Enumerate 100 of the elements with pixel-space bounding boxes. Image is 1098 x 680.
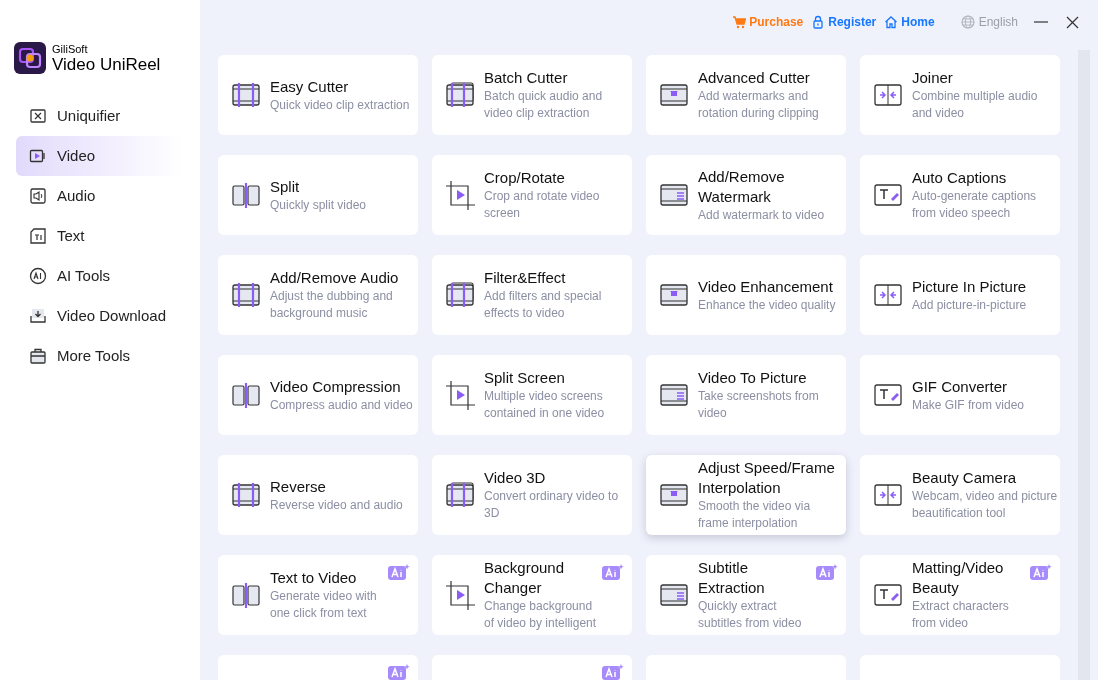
tool-description: Reverse video and audio (270, 496, 403, 514)
tool-title: Auto Captions (912, 168, 1008, 188)
tool-card[interactable]: Matting/Video Beauty Extract characters from video (860, 555, 1060, 635)
tool-title: GIF Converter (912, 376, 1009, 397)
tool-description: Quickly split video (270, 196, 367, 214)
tool-card[interactable]: Picture In Picture Add picture-in-picture (860, 255, 1060, 335)
tool-card[interactable]: Video To Picture Take screenshots from video (646, 355, 846, 435)
tool-description: Change background of video by intelligent (484, 598, 598, 632)
register-link[interactable]: Register (811, 13, 877, 31)
tool-title: Video To Picture (698, 368, 808, 388)
tool-card[interactable]: Text to Video Generate video with one click from text (218, 555, 418, 635)
tool-description: Auto-generate captions from video speech (912, 188, 1038, 222)
sidebar-item[interactable]: Audio (16, 176, 184, 216)
globe-icon (960, 15, 975, 29)
sidebar-item[interactable]: Text (16, 216, 184, 256)
sidebar-item[interactable]: Video Download (16, 296, 184, 336)
tool-title: Background Changer (484, 558, 566, 598)
tool-icon (444, 179, 476, 211)
tool-card[interactable]: Batch Cutter Batch quick audio and video clip extraction (432, 55, 632, 135)
tool-card[interactable]: Subtitle Extraction Quickly extract subtitles from video (646, 555, 846, 635)
tool-description: Quick video clip extraction (270, 96, 410, 114)
sidebar-item[interactable]: Uniquifier (16, 96, 184, 136)
tool-card[interactable]: GIF Converter Make GIF from video (860, 355, 1060, 435)
tool-icon (444, 579, 476, 611)
nav-icon (29, 187, 47, 205)
tool-title: Batch Cutter (484, 68, 569, 88)
tool-title: Add/Remove Audio (270, 268, 400, 288)
tool-title: Add/Remove Watermark (698, 166, 786, 207)
tool-title: Reverse (270, 476, 327, 497)
app-name: Video UniReel (52, 55, 161, 73)
tool-card[interactable]: Video Enhancement Enhance the video quality (646, 255, 846, 335)
tool-card[interactable]: Background Changer Change background of video by intelligent (432, 555, 632, 635)
home-link[interactable]: Home (884, 13, 935, 31)
tool-description: Take screenshots from video (698, 388, 820, 422)
tool-description: Generate video with one click from text (270, 588, 378, 622)
tool-title: Beauty Camera (912, 468, 1018, 488)
tool-description: Add filters and special effects to video (484, 288, 603, 322)
tool-description: Multiple video screens contained in one video (484, 388, 606, 422)
close-icon (1065, 15, 1079, 29)
tool-description: Enhance the video quality (698, 296, 836, 314)
tool-description: Make GIF from video (912, 396, 1025, 414)
tool-card[interactable]: Crop/Rotate Crop and rotate video screen (432, 155, 632, 235)
tool-card[interactable]: Joiner Combine multiple audio and video (860, 55, 1060, 135)
tool-title: Split (270, 176, 301, 197)
tool-title: Text to Video (270, 568, 358, 588)
sidebar-item[interactable]: AI Tools (16, 256, 184, 296)
tool-description: Convert ordinary video to 3D (484, 488, 620, 522)
tool-title: Easy Cutter (270, 76, 350, 97)
tool-description: Add watermark to video (698, 206, 826, 224)
tool-card[interactable]: Split Screen Multiple video screens contained in one video (432, 355, 632, 435)
tool-card[interactable]: Reverse Reverse video and audio (218, 455, 418, 535)
tool-description: Compress audio and video (270, 396, 413, 414)
cart-icon (732, 15, 747, 29)
tool-card[interactable]: Video Compression Compress audio and video (218, 355, 418, 435)
tool-title: Video Compression (270, 376, 402, 397)
sidebar-item[interactable]: More Tools (16, 336, 184, 376)
nav-icon (29, 267, 47, 285)
nav-icon (29, 227, 47, 245)
nav-icon (29, 147, 47, 165)
brand-name: GiliSoft (52, 43, 89, 55)
tool-card[interactable]: Add/Remove Watermark Add watermark to video (646, 155, 846, 235)
tool-title: Split Screen (484, 368, 566, 388)
tool-title: Matting/Video Beauty (912, 558, 1005, 598)
tool-title: Video Enhancement (698, 276, 834, 297)
tool-title: Advanced Cutter (698, 68, 811, 88)
tool-card[interactable]: Easy Cutter Quick video clip extraction (218, 55, 418, 135)
tool-description: Webcam, video and picture beautification tool (912, 488, 1058, 522)
tool-description: Smooth the video via frame interpolation (698, 498, 812, 532)
tool-title: Adjust Speed/Frame Interpolation (698, 458, 836, 498)
close-button[interactable] (1064, 14, 1080, 30)
tool-card[interactable]: Auto Captions Auto-generate captions from video speech (860, 155, 1060, 235)
nav-icon (29, 347, 47, 365)
tool-icon (444, 379, 476, 411)
tool-card[interactable]: Video 3D Convert ordinary video to 3D (432, 455, 632, 535)
tool-title: Video 3D (484, 468, 547, 488)
tool-card[interactable]: Filter&Effect Add filters and special effects to video (432, 255, 632, 335)
tool-title: Crop/Rotate (484, 168, 566, 188)
tool-description: Add picture-in-picture (912, 296, 1027, 314)
lock-icon (811, 15, 826, 29)
tool-description: Crop and rotate video screen (484, 188, 601, 222)
tool-description: Quickly extract subtitles from video (698, 598, 803, 632)
home-icon (884, 15, 899, 29)
logo-icon (14, 42, 46, 74)
tool-card[interactable]: Advanced Cutter Add watermarks and rotation during clipping (646, 55, 846, 135)
tool-description: Combine multiple audio and video (912, 88, 1039, 122)
nav-icon (29, 107, 47, 125)
tool-card[interactable]: Split Quickly split video (218, 155, 418, 235)
tool-description: Extract characters from video (912, 598, 1010, 632)
nav-icon (29, 307, 47, 325)
tool-card[interactable]: Add/Remove Audio Adjust the dubbing and background music (218, 255, 418, 335)
tool-card[interactable]: Adjust Speed/Frame Interpolation Smooth the video via frame interpolation (646, 455, 846, 535)
tool-title: Filter&Effect (484, 268, 567, 288)
tool-title: Picture In Picture (912, 276, 1027, 297)
tool-description: Adjust the dubbing and background music (270, 288, 394, 322)
tool-description: Add watermarks and rotation during clipping (698, 88, 820, 122)
tool-title: Subtitle Extraction (698, 558, 766, 598)
tool-title: Joiner (912, 68, 954, 88)
tool-description: Batch quick audio and video clip extraction (484, 88, 604, 122)
minimize-icon (1034, 21, 1048, 23)
tool-card[interactable]: Beauty Camera Webcam, video and picture beautification tool (860, 455, 1060, 535)
